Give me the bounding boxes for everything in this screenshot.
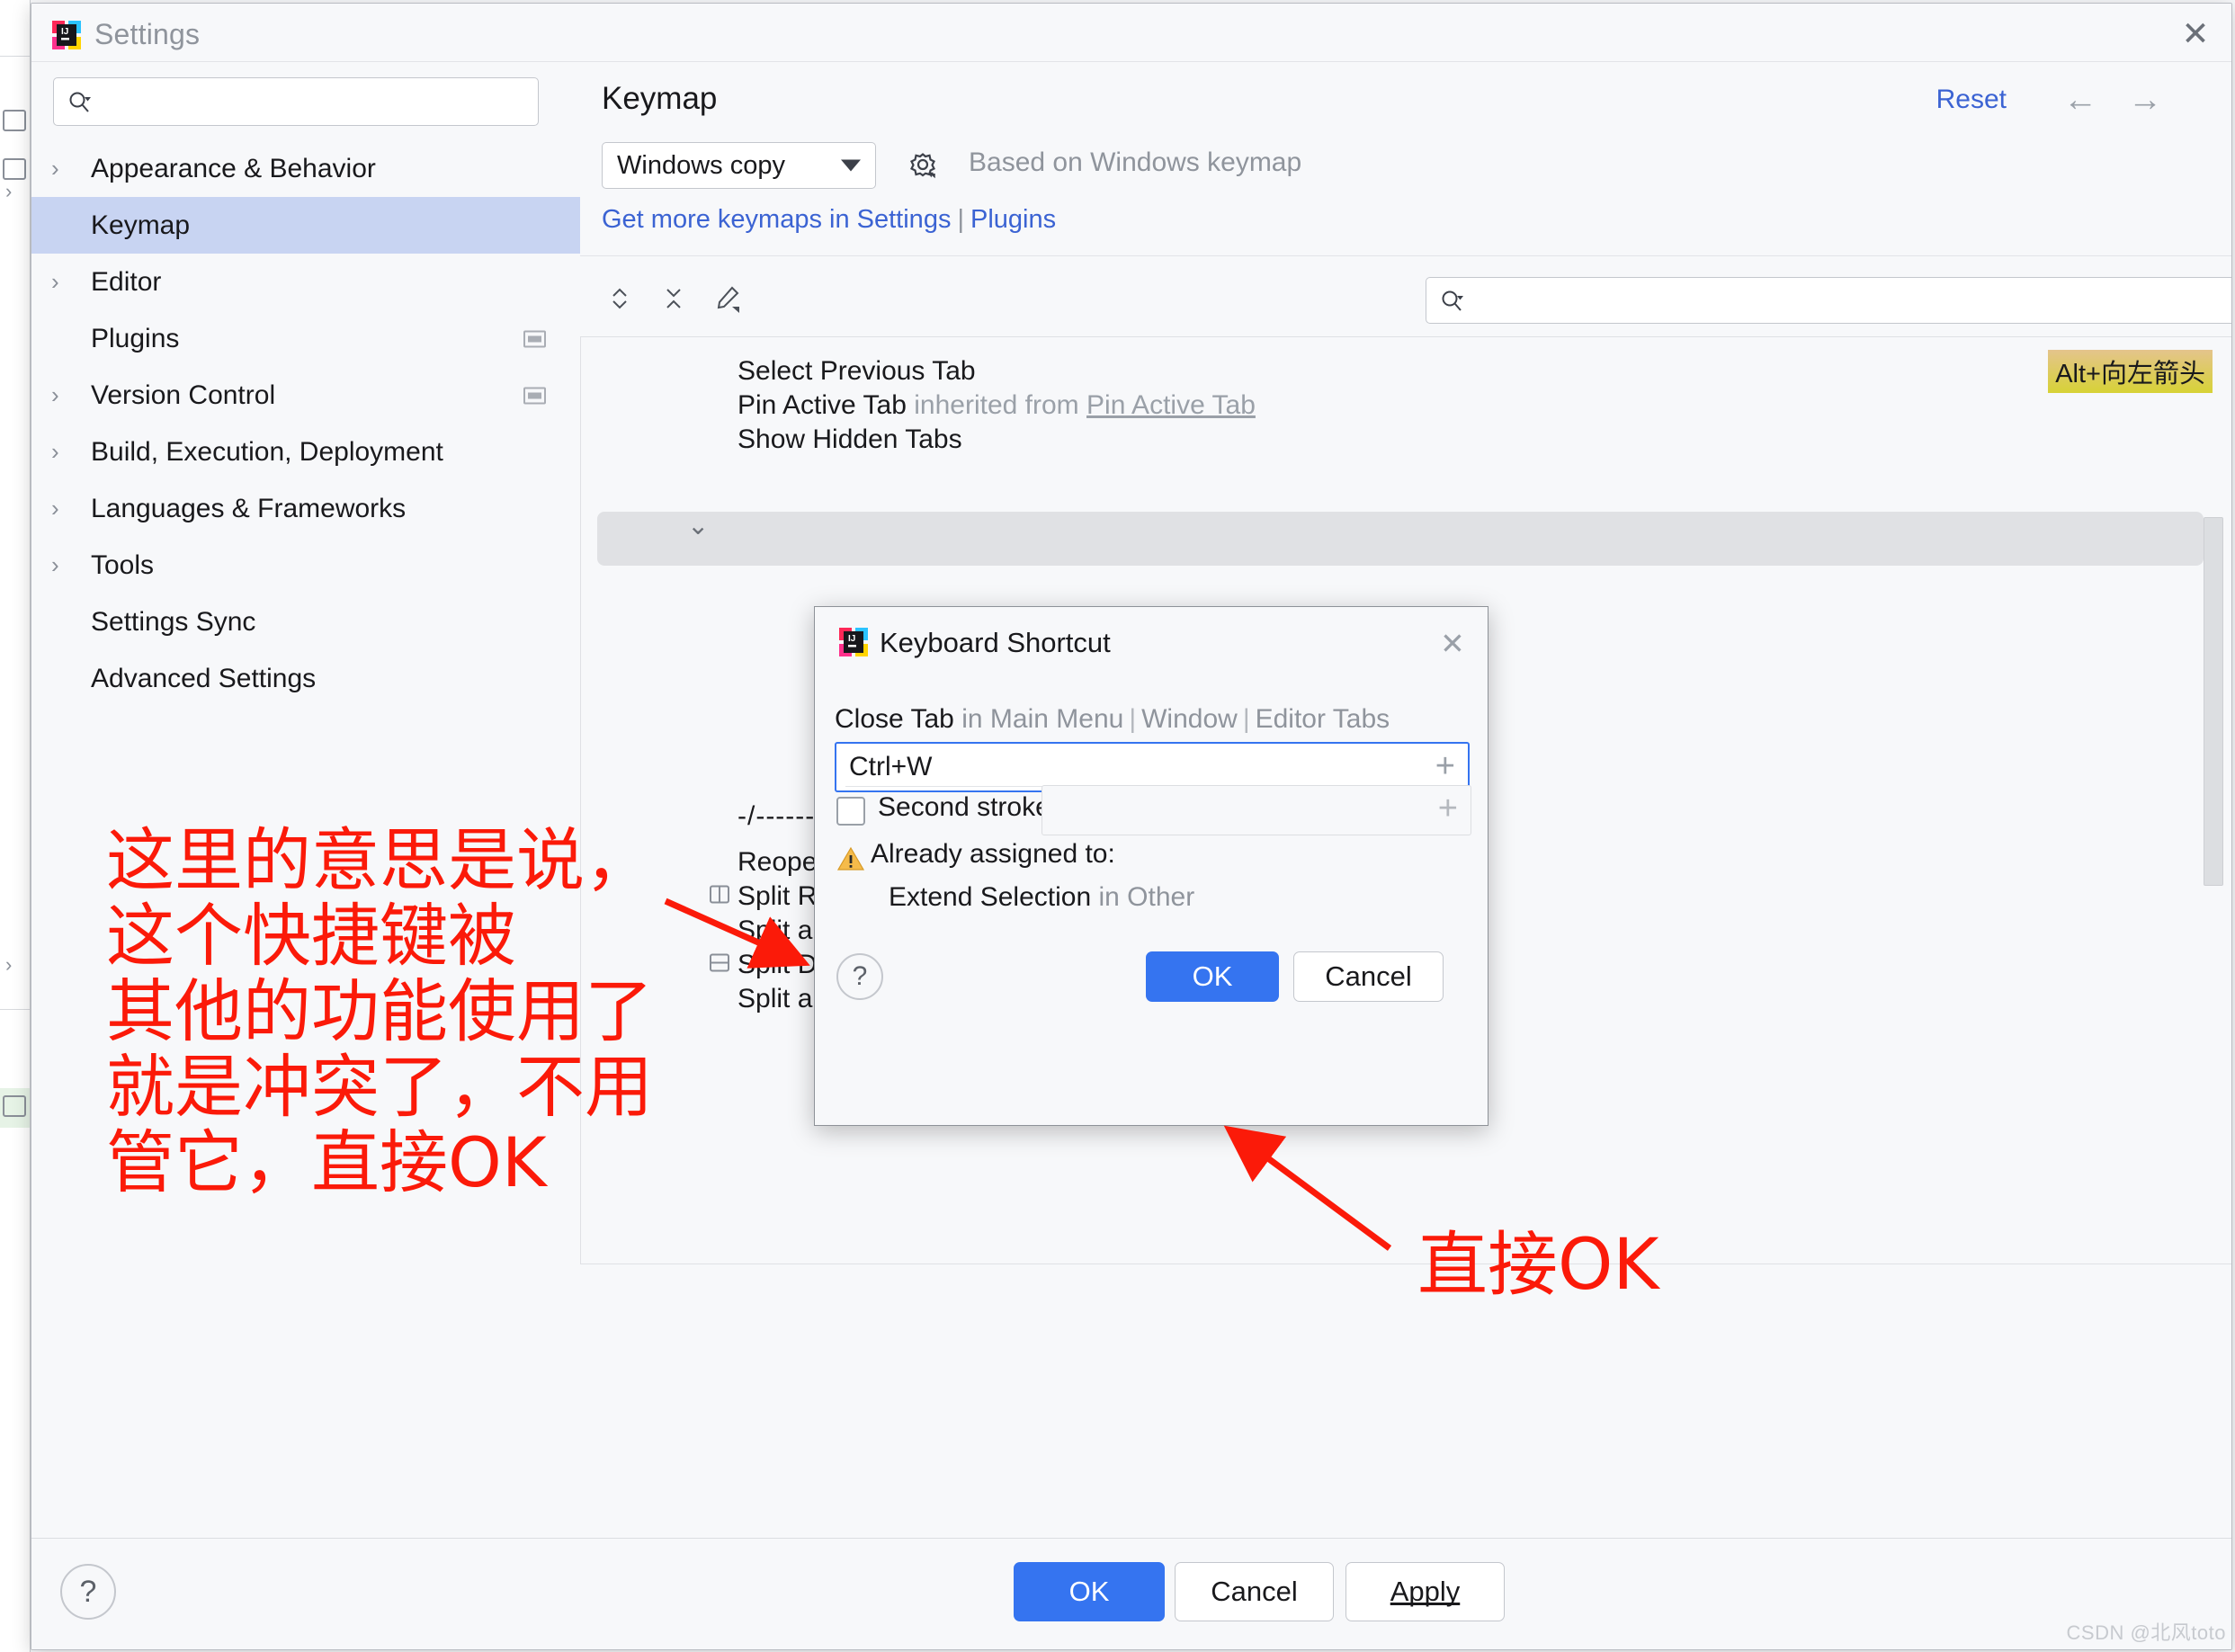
second-stroke-checkbox[interactable] bbox=[836, 797, 865, 826]
vertical-scrollbar[interactable] bbox=[2204, 517, 2223, 886]
conflicting-action-scope: in Other bbox=[1098, 882, 1195, 912]
sidebar-item-label: Appearance & Behavior bbox=[91, 153, 376, 183]
plus-icon[interactable]: + bbox=[1435, 749, 1455, 783]
keymap-based-on-label: Based on Windows keymap bbox=[969, 147, 1302, 177]
window-title: Settings bbox=[94, 18, 201, 50]
search-icon bbox=[1439, 288, 1466, 319]
sidebar-item-label: Tools bbox=[91, 549, 155, 580]
project-scope-icon bbox=[523, 387, 546, 404]
dialog-action-context: Close Tab in Main Menu | Window | Editor Tab… bbox=[835, 704, 1473, 735]
sidebar-item-keymap[interactable]: Keymap bbox=[31, 197, 580, 254]
settings-sidebar: › Appearance & Behavior Keymap › Editor … bbox=[31, 63, 580, 1538]
page-title: Keymap bbox=[602, 81, 718, 116]
sidebar-item-plugins[interactable]: Plugins bbox=[31, 310, 580, 367]
sidebar-item-languages-frameworks[interactable]: › Languages & Frameworks bbox=[31, 480, 580, 537]
shortcut-search-box[interactable] bbox=[1426, 277, 2231, 324]
chevron-down-icon bbox=[841, 159, 861, 172]
sidebar-item-label: Editor bbox=[91, 266, 162, 297]
plugins-link[interactable]: Plugins bbox=[970, 205, 1056, 234]
edit-pencil-icon[interactable] bbox=[704, 275, 751, 322]
chevron-down-icon[interactable]: ⌄ bbox=[687, 510, 709, 541]
get-more-keymaps-link[interactable]: Get more keymaps in Settings bbox=[602, 205, 951, 234]
apply-button-label: Apply bbox=[1390, 1576, 1461, 1607]
action-name: Close Tab bbox=[835, 704, 954, 734]
sidebar-item-label: Version Control bbox=[91, 380, 276, 410]
sidebar-item-appearance-behavior[interactable]: › Appearance & Behavior bbox=[31, 140, 580, 197]
sidebar-item-label: Build, Execution, Deployment bbox=[91, 436, 443, 467]
chevron-right-icon: › bbox=[51, 155, 59, 182]
arrow-right-icon[interactable]: → bbox=[2122, 79, 2168, 121]
chevron-right-icon: › bbox=[51, 551, 59, 578]
sidebar-item-label: Plugins bbox=[91, 323, 180, 353]
second-stroke-field[interactable]: + bbox=[1042, 785, 1471, 835]
conflicting-action-name: Extend Selection bbox=[889, 882, 1092, 912]
keymap-select[interactable]: Windows copy bbox=[602, 142, 876, 189]
shortcut-action-name: Show Hidden Tabs bbox=[738, 424, 962, 454]
svg-text:IJ: IJ bbox=[848, 634, 855, 644]
dialog-title: Keyboard Shortcut bbox=[880, 627, 1111, 658]
get-more-keymaps-row: Get more keymaps in Settings | Plugins bbox=[602, 205, 1056, 235]
dialog-titlebar: IJ Keyboard Shortcut ✕ bbox=[815, 607, 1489, 683]
intellij-idea-logo-icon: IJ bbox=[51, 20, 82, 55]
action-context-1: in Main Menu bbox=[961, 704, 1124, 734]
separator: | bbox=[957, 205, 964, 234]
sidebar-item-label: Advanced Settings bbox=[91, 663, 317, 693]
separator: | bbox=[1129, 704, 1137, 734]
sidebar-item-label: Settings Sync bbox=[91, 606, 256, 637]
chevron-right-icon: › bbox=[51, 438, 59, 465]
chevron-right-icon: › bbox=[51, 495, 59, 522]
intellij-idea-logo-icon: IJ bbox=[838, 627, 869, 662]
window-titlebar: IJ Settings ✕ bbox=[31, 4, 2231, 62]
warning-triangle-icon bbox=[836, 844, 865, 878]
chevron-right-icon: › bbox=[51, 268, 59, 295]
cancel-button[interactable]: Cancel bbox=[1293, 951, 1444, 1002]
sidebar-search-box[interactable] bbox=[53, 77, 539, 126]
gear-icon[interactable] bbox=[900, 142, 947, 189]
background-ide-window: › › bbox=[0, 0, 31, 1652]
sidebar-item-editor[interactable]: › Editor bbox=[31, 254, 580, 310]
sidebar-item-tools[interactable]: › Tools bbox=[31, 537, 580, 594]
plus-icon[interactable]: + bbox=[1438, 791, 1458, 826]
search-icon bbox=[67, 89, 94, 121]
settings-window: IJ Settings ✕ › Appearance & Behavior Ke… bbox=[31, 3, 2232, 1650]
expand-all-icon[interactable] bbox=[596, 275, 643, 322]
close-icon[interactable]: ✕ bbox=[2172, 12, 2219, 55]
sidebar-item-build-execution-deployment[interactable]: › Build, Execution, Deployment bbox=[31, 424, 580, 480]
shortcut-search-input[interactable] bbox=[1480, 278, 2227, 323]
sidebar-item-advanced-settings[interactable]: Advanced Settings bbox=[31, 650, 580, 707]
collapse-all-icon[interactable] bbox=[650, 275, 697, 322]
conflict-warning-detail: Extend Selection in Other bbox=[889, 882, 1194, 913]
second-stroke-label: Second stroke: bbox=[878, 792, 1059, 822]
sidebar-search-input[interactable] bbox=[110, 78, 532, 125]
watermark: CSDN @北风toto bbox=[2066, 1621, 2226, 1644]
help-button[interactable]: ? bbox=[60, 1564, 116, 1620]
separator: | bbox=[1242, 704, 1250, 734]
sidebar-item-version-control[interactable]: › Version Control bbox=[31, 367, 580, 424]
keyboard-shortcut-dialog: IJ Keyboard Shortcut ✕ Close Tab in Main… bbox=[814, 606, 1489, 1126]
project-scope-icon bbox=[523, 330, 546, 347]
close-icon[interactable]: ✕ bbox=[1432, 623, 1473, 663]
action-context-2: Window bbox=[1141, 704, 1238, 734]
first-stroke-value: Ctrl+W bbox=[849, 752, 933, 781]
ok-button[interactable]: OK bbox=[1014, 1562, 1165, 1621]
sidebar-item-label: Keymap bbox=[91, 210, 191, 240]
table-row[interactable]: Show Hidden Tabs bbox=[581, 415, 2231, 465]
sidebar-item-settings-sync[interactable]: Settings Sync bbox=[31, 594, 580, 650]
selected-row-highlight bbox=[597, 512, 2204, 566]
cancel-button[interactable]: Cancel bbox=[1175, 1562, 1334, 1621]
chevron-right-icon: › bbox=[51, 381, 59, 408]
arrow-left-icon[interactable]: ← bbox=[2057, 79, 2104, 121]
sidebar-item-label: Languages & Frameworks bbox=[91, 493, 407, 523]
svg-text:IJ: IJ bbox=[61, 27, 68, 37]
dialog-footer: ? OK Cancel Apply CSDN @北风toto bbox=[31, 1538, 2231, 1649]
apply-button[interactable]: Apply bbox=[1345, 1562, 1505, 1621]
help-button[interactable]: ? bbox=[836, 953, 883, 1000]
keymap-select-value: Windows copy bbox=[617, 150, 785, 180]
divider bbox=[580, 255, 2231, 256]
conflict-warning-title: Already assigned to: bbox=[871, 839, 1115, 869]
action-context-3: Editor Tabs bbox=[1255, 704, 1390, 734]
reset-button[interactable]: Reset bbox=[1936, 85, 2007, 115]
ok-button[interactable]: OK bbox=[1146, 951, 1279, 1002]
